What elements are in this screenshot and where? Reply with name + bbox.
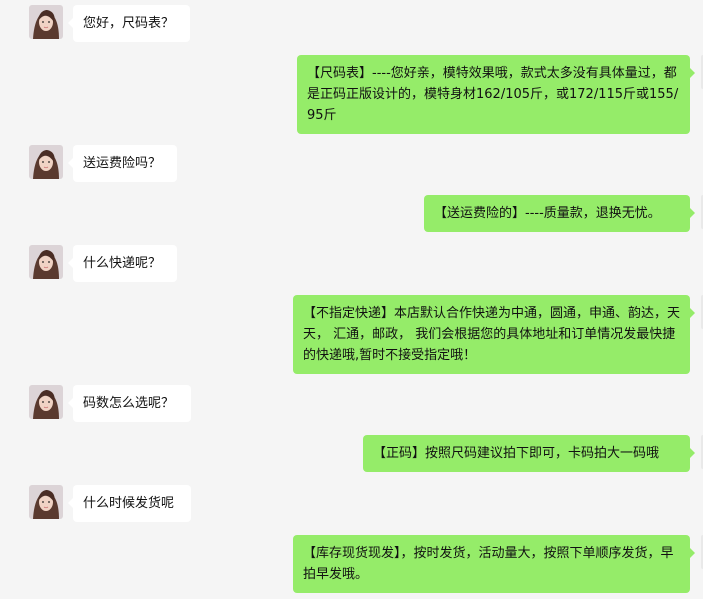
message-bubble-received[interactable]: 送运费险吗？ bbox=[68, 145, 177, 182]
avatar[interactable] bbox=[29, 485, 63, 519]
avatar-image bbox=[29, 145, 63, 179]
avatar[interactable] bbox=[29, 385, 63, 419]
message-bubble-sent[interactable]: 【库存现货现发】，按时发货，活动量大，按照下单顺序发货，早拍早发哦。 bbox=[293, 535, 695, 593]
avatar[interactable] bbox=[29, 145, 63, 179]
avatar[interactable] bbox=[29, 5, 63, 39]
message-bubble-received[interactable]: 您好，尺码表？ bbox=[68, 5, 190, 42]
message-bubble-sent[interactable]: 【正码】按照尺码建议拍下即可，卡码拍大一码哦 bbox=[363, 435, 695, 472]
message-bubble-received[interactable]: 码数怎么选呢？ bbox=[68, 385, 191, 422]
message-bubble-sent[interactable]: 【送运费险的】----质量款，退换无忧。 bbox=[424, 195, 695, 232]
avatar[interactable] bbox=[29, 245, 63, 279]
message-bubble-received[interactable]: 什么时候发货呢 bbox=[68, 485, 191, 522]
message-bubble-received[interactable]: 什么快递呢？ bbox=[68, 245, 177, 282]
message-bubble-sent[interactable]: 【尺码表】----您好亲，模特效果哦，款式太多没有具体量过，都是正码正版设计的，… bbox=[297, 55, 695, 134]
message-bubble-sent[interactable]: 【不指定快递】本店默认合作快递为中通，圆通，申通、韵达，天天， 汇通，邮政， 我… bbox=[293, 295, 695, 374]
avatar-image bbox=[29, 385, 63, 419]
avatar-image bbox=[29, 245, 63, 279]
avatar-image bbox=[29, 485, 63, 519]
avatar-image bbox=[29, 5, 63, 39]
